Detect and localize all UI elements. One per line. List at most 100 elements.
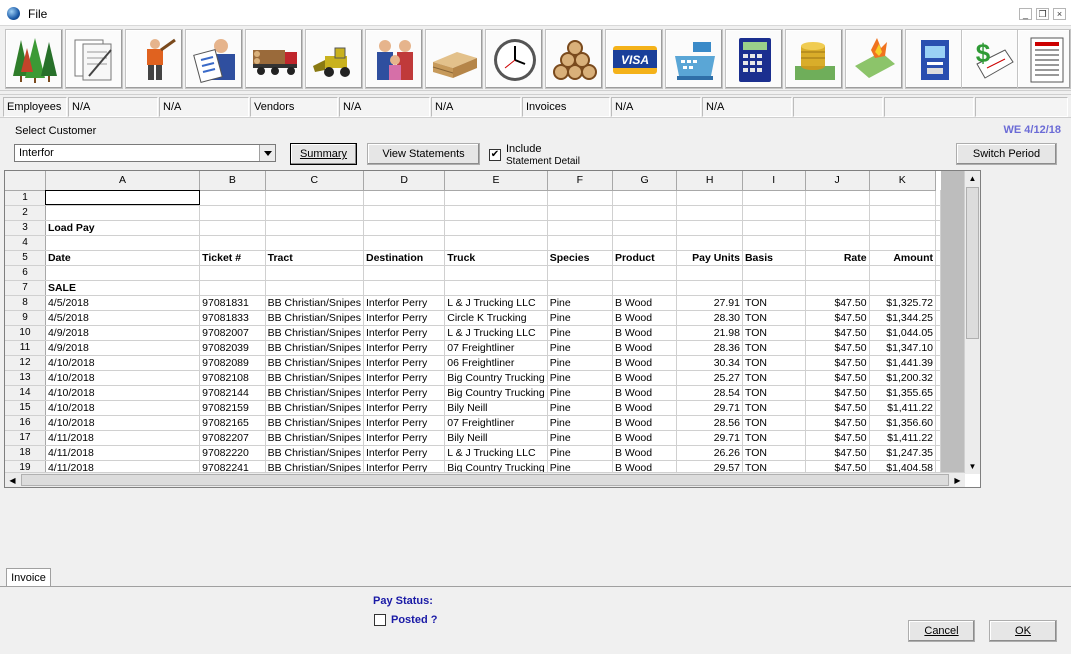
sheet-cell[interactable]: Rate xyxy=(805,249,870,266)
clock-button[interactable] xyxy=(485,29,543,89)
sheet-cell[interactable]: 28.30 xyxy=(676,310,743,326)
sheet-cell[interactable] xyxy=(444,235,548,251)
sheet-cell[interactable] xyxy=(935,310,941,326)
sheet-cell[interactable] xyxy=(265,235,365,251)
sheet-cell[interactable]: SALE xyxy=(45,280,201,296)
sheet-cell[interactable]: BB Christian/Snipes xyxy=(265,310,365,326)
sheet-cell[interactable] xyxy=(742,219,806,236)
sheet-cell[interactable]: 97082144 xyxy=(199,385,266,401)
sheet-cell[interactable] xyxy=(444,219,548,236)
sheet-cell[interactable] xyxy=(869,190,937,206)
sheet-cell[interactable]: Date xyxy=(45,249,201,266)
sheet-cell[interactable] xyxy=(935,430,941,446)
sheet-cell[interactable] xyxy=(676,219,743,236)
sheet-cell[interactable]: Pine xyxy=(547,340,613,356)
report-button[interactable] xyxy=(1017,29,1071,89)
sheet-cell[interactable] xyxy=(363,190,446,206)
sheet-cell[interactable]: B Wood xyxy=(612,355,678,371)
sheet-cell[interactable]: 97082007 xyxy=(199,325,266,341)
sheet-cell[interactable]: $47.50 xyxy=(805,295,870,311)
switch-period-button[interactable]: Switch Period xyxy=(956,143,1057,165)
corner-cell[interactable] xyxy=(5,171,46,191)
sheet-cell[interactable]: Amount xyxy=(869,249,937,266)
sheet-cell[interactable]: B Wood xyxy=(612,370,678,386)
sheet-cell[interactable]: Pine xyxy=(547,415,613,431)
column-header[interactable]: C xyxy=(265,171,365,191)
sheet-cell[interactable]: 97082108 xyxy=(199,370,266,386)
row-header[interactable]: 2 xyxy=(5,205,46,221)
sheet-cell[interactable]: 4/11/2018 xyxy=(45,430,201,446)
trees-button[interactable] xyxy=(5,29,63,89)
sheet-cell[interactable]: Interfor Perry xyxy=(363,370,446,386)
sheet-cell[interactable] xyxy=(935,415,941,431)
sheet-cell[interactable]: $47.50 xyxy=(805,310,870,326)
sheet-cell[interactable]: 97082220 xyxy=(199,445,266,461)
sheet-cell[interactable]: Pine xyxy=(547,400,613,416)
sheet-cell[interactable]: 4/10/2018 xyxy=(45,355,201,371)
sheet-cell[interactable]: BB Christian/Snipes xyxy=(265,355,365,371)
sheet-cell[interactable] xyxy=(612,190,678,206)
sheet-cell[interactable] xyxy=(869,219,937,236)
sheet-cell[interactable]: B Wood xyxy=(612,340,678,356)
sheet-cell[interactable]: B Wood xyxy=(612,400,678,416)
sheet-cell[interactable]: $47.50 xyxy=(805,400,870,416)
sheet-cell[interactable] xyxy=(676,205,743,221)
sheet-cell[interactable] xyxy=(444,280,548,296)
row-header[interactable]: 11 xyxy=(5,340,46,356)
sheet-cell[interactable]: Pine xyxy=(547,355,613,371)
sheet-cell[interactable] xyxy=(199,190,266,206)
sheet-cell[interactable]: $47.50 xyxy=(805,340,870,356)
sheet-cell[interactable]: TON xyxy=(742,310,806,326)
calculator-button[interactable] xyxy=(725,29,783,89)
sheet-cell[interactable] xyxy=(547,219,613,236)
sheet-cell[interactable] xyxy=(742,190,806,206)
sheet-cell[interactable] xyxy=(805,205,870,221)
sheet-cell[interactable]: TON xyxy=(742,430,806,446)
sheet-cell[interactable]: 4/10/2018 xyxy=(45,400,201,416)
sheet-cell[interactable]: TON xyxy=(742,370,806,386)
row-header[interactable]: 5 xyxy=(5,250,46,266)
family-button[interactable] xyxy=(365,29,423,89)
sheet-cell[interactable]: TON xyxy=(742,355,806,371)
sheet-cell[interactable]: TON xyxy=(742,415,806,431)
customer-select[interactable]: Interfor xyxy=(14,144,276,162)
sheet-cell[interactable] xyxy=(742,265,806,281)
sheet-cell[interactable] xyxy=(742,280,806,296)
loader-button[interactable] xyxy=(305,29,363,89)
sheet-cell[interactable]: Big Country Trucking xyxy=(444,385,548,401)
row-header[interactable]: 3 xyxy=(5,220,46,236)
sheet-cell[interactable]: TON xyxy=(742,385,806,401)
sheet-cell[interactable] xyxy=(935,385,941,401)
sheet-cell[interactable]: $47.50 xyxy=(805,415,870,431)
row-header[interactable]: 9 xyxy=(5,310,46,326)
sheet-cell[interactable] xyxy=(265,280,365,296)
sheet-cell[interactable]: BB Christian/Snipes xyxy=(265,295,365,311)
sheet-cell[interactable] xyxy=(363,205,446,221)
vertical-scrollbar[interactable]: ▲ ▼ xyxy=(964,171,980,474)
row-header[interactable]: 13 xyxy=(5,370,46,386)
sheet-cell[interactable]: 28.54 xyxy=(676,385,743,401)
burning-money-button[interactable] xyxy=(845,29,903,89)
sheet-cell[interactable] xyxy=(363,219,446,236)
sheet-cell[interactable] xyxy=(265,190,365,206)
sheet-cell[interactable]: 97081831 xyxy=(199,295,266,311)
sheet-cell[interactable]: $1,355.65 xyxy=(869,385,937,401)
sheet-cell[interactable]: TON xyxy=(742,295,806,311)
sheet-cell[interactable]: Interfor Perry xyxy=(363,385,446,401)
sheet-cell[interactable] xyxy=(265,219,365,236)
sheet-cell[interactable]: $47.50 xyxy=(805,370,870,386)
sheet-cell[interactable] xyxy=(676,280,743,296)
sheet-cell[interactable] xyxy=(612,205,678,221)
sheet-cell[interactable] xyxy=(869,205,937,221)
row-header[interactable]: 10 xyxy=(5,325,46,341)
sheet-cell[interactable] xyxy=(265,205,365,221)
sheet-cell[interactable]: $47.50 xyxy=(805,445,870,461)
sheet-cell[interactable]: BB Christian/Snipes xyxy=(265,415,365,431)
sheet-cell[interactable]: 29.71 xyxy=(676,400,743,416)
sheet-cell[interactable]: Ticket # xyxy=(199,249,266,266)
spreadsheet[interactable]: A B C D E F G H I J K 1 2 3 Load Pay 4 5 Date T… xyxy=(4,170,981,488)
sheet-cell[interactable]: Circle K Trucking xyxy=(444,310,548,326)
sheet-cell[interactable] xyxy=(935,235,941,251)
dollar-check-button[interactable]: $ xyxy=(961,29,1019,89)
sheet-cell[interactable]: 4/9/2018 xyxy=(45,325,201,341)
